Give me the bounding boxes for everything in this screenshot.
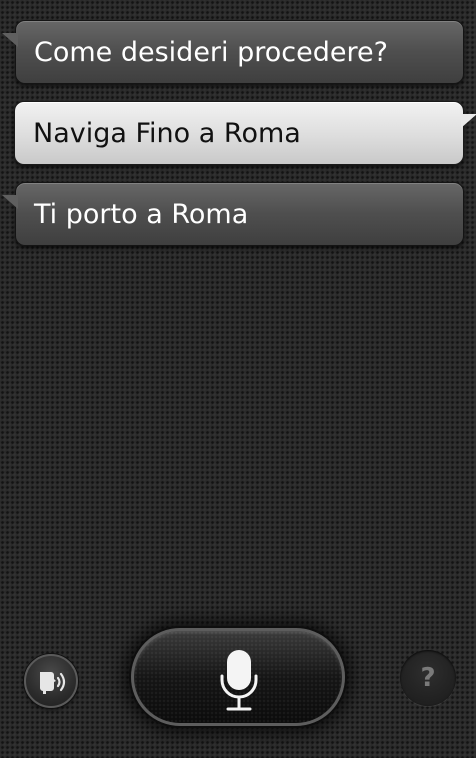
help-button[interactable]: ? <box>400 650 456 706</box>
user-message-text: Naviga Fino a Roma <box>33 118 301 149</box>
microphone-button[interactable] <box>131 628 345 726</box>
voice-control-bar: ? <box>0 610 476 758</box>
conversation-area: Come desideri procedere? Naviga Fino a R… <box>0 0 476 260</box>
user-message-bubble: Naviga Fino a Roma <box>14 101 476 165</box>
microphone-icon <box>220 650 258 711</box>
assistant-message-bubble: Come desideri procedere? <box>2 20 464 84</box>
tts-button[interactable] <box>24 654 78 708</box>
assistant-message-text: Come desideri procedere? <box>34 37 388 68</box>
speaker-face-icon <box>40 672 66 694</box>
assistant-message-text: Ti porto a Roma <box>34 199 249 230</box>
help-label: ? <box>420 663 436 693</box>
bubble-tail <box>2 33 18 47</box>
bubble-tail <box>2 195 18 209</box>
assistant-message-bubble: Ti porto a Roma <box>2 182 464 246</box>
bubble-tail <box>461 114 476 128</box>
